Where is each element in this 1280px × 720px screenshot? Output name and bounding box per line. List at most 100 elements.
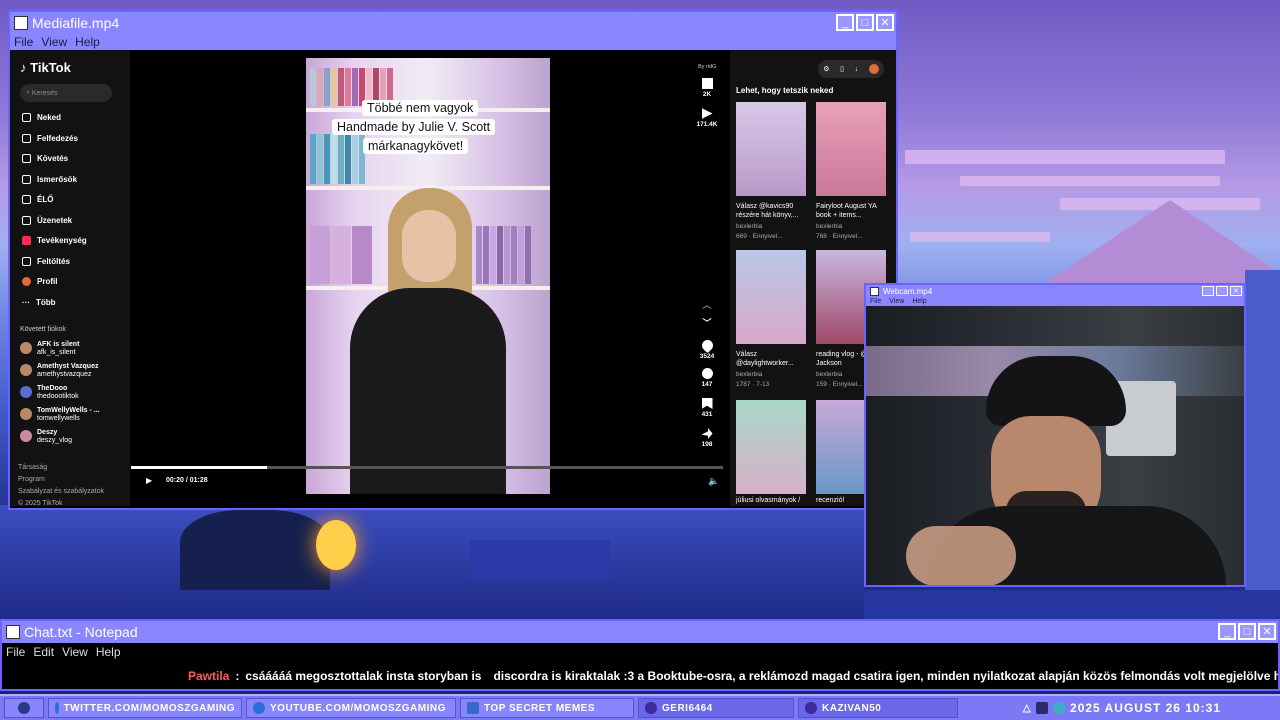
menu-help[interactable]: Help — [71, 35, 104, 49]
menu-help[interactable]: Help — [908, 298, 930, 305]
tiktok-logo[interactable]: ♪ TikTok — [20, 60, 71, 75]
followed-account[interactable]: Amethyst Vazquez amethystvazquez — [20, 363, 98, 379]
followed-account[interactable]: TheDooo thedoootiktok — [20, 385, 79, 401]
comment-icon — [701, 368, 713, 379]
rec-stats: 768 · Ennyivel... — [816, 233, 863, 240]
stat-plays[interactable]: 171.4K — [696, 108, 718, 128]
minimize-button[interactable] — [1202, 286, 1214, 296]
folder-icon — [467, 702, 479, 714]
like-button[interactable]: 3524 — [696, 337, 718, 360]
minimize-button[interactable]: _ — [836, 14, 854, 31]
rec-title[interactable]: Válasz @daylightworker... — [736, 350, 808, 368]
footer-link[interactable]: Program — [18, 474, 104, 486]
nav-tobb[interactable]: ··· Több — [22, 298, 56, 307]
taskbar-item-geri[interactable]: GERI6464 — [638, 698, 794, 718]
taskbar-item-memes[interactable]: TOP SECRET MEMES — [460, 698, 634, 718]
followed-account[interactable]: Deszy deszy_vlog — [20, 429, 72, 445]
rec-thumbnail[interactable] — [816, 102, 886, 196]
maximize-button[interactable] — [1216, 286, 1228, 296]
activity-icon — [22, 236, 31, 245]
menu-file[interactable]: File — [2, 645, 29, 659]
media-titlebar[interactable]: Mediafile.mp4 _ □ ✕ — [10, 12, 896, 33]
webcam-feed — [866, 306, 1244, 585]
bookmark-icon — [701, 398, 713, 409]
heart-icon — [645, 702, 657, 714]
volume-icon[interactable]: 🔈 — [708, 476, 719, 487]
menu-view[interactable]: View — [58, 645, 92, 659]
menu-view[interactable]: View — [37, 35, 71, 49]
friends-icon — [22, 175, 31, 184]
scroll-up-icon[interactable]: ︿ — [696, 298, 718, 311]
rec-thumbnail[interactable] — [736, 250, 806, 344]
webcam-titlebar[interactable]: Webcam.mp4 ✕ — [866, 285, 1244, 297]
menu-file[interactable]: File — [10, 35, 37, 49]
rec-title[interactable]: Válasz @kavics90 részére hát könyv,... — [736, 202, 808, 220]
webcam-menubar: File View Help — [866, 297, 1244, 306]
system-tray: △ 2025 AUGUST 26 10:31 — [962, 698, 1228, 718]
maximize-button[interactable]: □ — [1238, 623, 1256, 640]
taskbar-item-kazivan[interactable]: KAZIVAN50 — [798, 698, 958, 718]
share-button[interactable]: 198 — [696, 428, 718, 448]
nav-feltoltes[interactable]: Feltöltés — [22, 257, 70, 266]
nav-tevekenyseg[interactable]: Tevékenység — [22, 236, 87, 245]
rec-thumbnail[interactable] — [736, 102, 806, 196]
download-icon[interactable]: ↓ — [855, 66, 859, 73]
followed-account[interactable]: TomWellyWells - ... tomwellywells — [20, 407, 100, 423]
nav-felfedezes[interactable]: Felfedezés — [22, 134, 78, 143]
footer-link[interactable]: Társaság — [18, 462, 104, 474]
menu-file[interactable]: File — [866, 298, 885, 305]
tray-arrow-icon[interactable]: △ — [1023, 703, 1031, 714]
avatar[interactable] — [868, 64, 879, 74]
star-icon — [805, 702, 817, 714]
tray-icon[interactable] — [1036, 702, 1049, 714]
taskbar-item-youtube[interactable]: YOUTUBE.COM/MOMOSZGAMING — [246, 698, 456, 718]
nav-profil[interactable]: Profil — [22, 277, 57, 286]
rec-thumbnail[interactable] — [736, 400, 806, 494]
video-progress-bar[interactable] — [131, 466, 723, 469]
search-input[interactable]: ⌕ Keresés — [20, 84, 112, 102]
nav-elo[interactable]: ÉLŐ — [22, 195, 53, 204]
window-icon — [6, 625, 20, 639]
menu-edit[interactable]: Edit — [29, 645, 58, 659]
more-icon: ··· — [22, 298, 30, 307]
menu-view[interactable]: View — [885, 298, 908, 305]
nav-kovetes[interactable]: Követés — [22, 154, 68, 163]
upload-icon — [22, 257, 31, 266]
window-icon — [870, 286, 879, 296]
rec-stats: 669 · Ennyivel... — [736, 233, 783, 240]
play-icon[interactable]: ▶ — [146, 476, 152, 485]
close-button[interactable]: ✕ — [1230, 286, 1242, 296]
close-button[interactable]: ✕ — [1258, 623, 1276, 640]
compass-icon — [22, 134, 31, 143]
maximize-button[interactable]: □ — [856, 14, 874, 31]
nav-ismerosok[interactable]: Ismerősök — [22, 175, 77, 184]
rec-title[interactable]: Fairyloot August YA book + items... — [816, 202, 888, 220]
nav-uzenetek[interactable]: Üzenetek — [22, 216, 72, 225]
heart-icon — [699, 337, 715, 354]
comment-button[interactable]: 147 — [696, 368, 718, 388]
minimize-button[interactable]: _ — [1218, 623, 1236, 640]
chat-username[interactable]: Pawtila — [188, 669, 229, 683]
menu-help[interactable]: Help — [92, 645, 125, 659]
footer-link[interactable]: Szabályzat és szabályzatok — [18, 486, 104, 498]
device-icon[interactable]: ▯ — [840, 65, 844, 73]
scroll-down-icon[interactable]: ﹀ — [696, 316, 718, 329]
followed-account[interactable]: AFK is silent afk_is_silent — [20, 341, 79, 357]
start-icon — [18, 702, 30, 714]
network-icon[interactable] — [1053, 702, 1066, 714]
close-button[interactable]: ✕ — [876, 14, 894, 31]
taskbar-item-twitter[interactable]: TWITTER.COM/MOMOSZGAMING — [48, 698, 242, 718]
save-button[interactable]: 431 — [696, 398, 718, 418]
webcam-window: Webcam.mp4 ✕ File View Help — [864, 283, 1246, 587]
chat-titlebar[interactable]: Chat.txt - Notepad _ □ ✕ — [2, 621, 1278, 643]
nav-neked[interactable]: Neked — [22, 113, 61, 122]
start-button[interactable] — [4, 698, 44, 718]
tiktok-sidebar: ♪ TikTok ⌕ Keresés Neked Felfedezés Köve… — [10, 50, 128, 506]
users-icon — [22, 154, 31, 163]
settings-icon[interactable]: ⚙ — [823, 65, 829, 73]
stat-a[interactable]: 2K — [696, 78, 718, 98]
rec-title[interactable]: júliusi olvasmányok / — [736, 496, 808, 505]
recs-toolbar[interactable]: ⚙ ▯ ↓ — [818, 60, 884, 78]
video-player[interactable]: Többé nem vagyok Handmade by Julie V. Sc… — [306, 58, 550, 494]
rec-author: bexlerbia — [816, 223, 843, 230]
